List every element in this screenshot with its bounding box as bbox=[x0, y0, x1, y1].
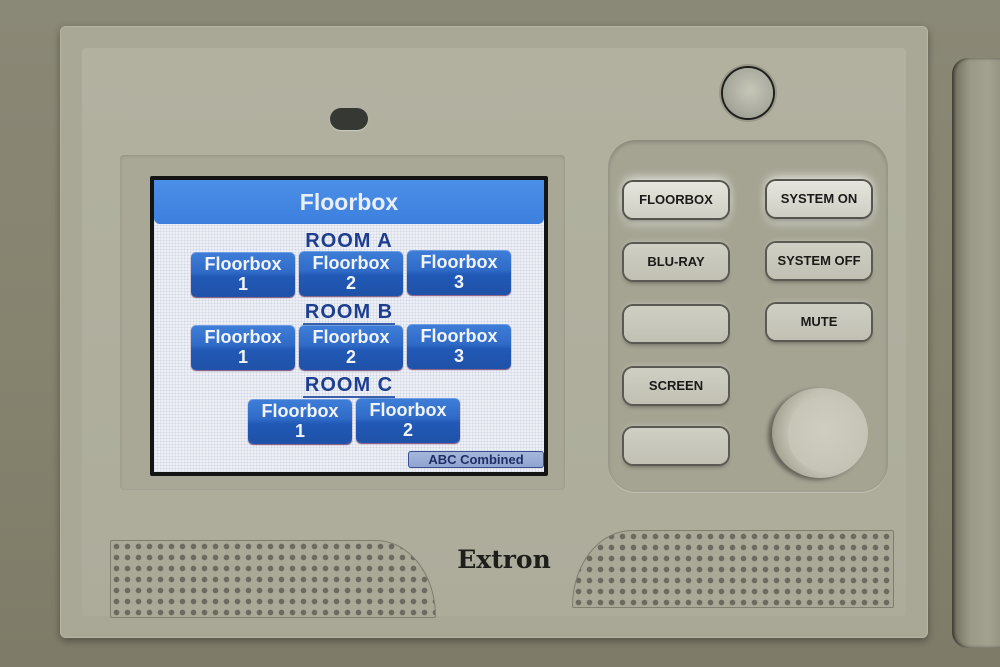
volume-knob-icon[interactable] bbox=[772, 388, 868, 478]
touchscreen: Floorbox ROOM A Floorbox 1 Floorbox 2 Floo… bbox=[150, 176, 548, 476]
button-number: 2 bbox=[345, 347, 356, 367]
button-label: Floorbox bbox=[204, 254, 282, 274]
room-c-title-text: ROOM C bbox=[302, 374, 396, 398]
room-a-floorbox-2-button[interactable]: Floorbox 2 bbox=[299, 251, 403, 296]
room-c-title: ROOM C bbox=[154, 374, 544, 398]
room-b-floorbox-2-button[interactable]: Floorbox 2 bbox=[299, 325, 403, 370]
room-c-floorbox-2-button[interactable]: Floorbox 2 bbox=[356, 398, 460, 443]
blank-hard-button-5[interactable] bbox=[624, 428, 728, 464]
blank-hard-button-3[interactable] bbox=[624, 306, 728, 342]
touchscreen-content: Floorbox ROOM A Floorbox 1 Floorbox 2 Floo… bbox=[154, 180, 544, 472]
button-number: 1 bbox=[237, 274, 248, 294]
button-number: 2 bbox=[402, 420, 413, 440]
button-number: 2 bbox=[345, 273, 356, 293]
wall-rail bbox=[952, 58, 1000, 648]
button-label: Floorbox bbox=[420, 252, 498, 272]
proximity-sensor-icon bbox=[330, 108, 368, 130]
screen-title: Floorbox bbox=[154, 180, 544, 224]
button-number: 1 bbox=[294, 421, 305, 441]
room-a-floorbox-1-button[interactable]: Floorbox 1 bbox=[191, 252, 295, 297]
light-sensor-icon bbox=[723, 68, 773, 118]
room-c-floorbox-1-button[interactable]: Floorbox 1 bbox=[248, 399, 352, 444]
room-b-floorbox-3-button[interactable]: Floorbox 3 bbox=[407, 324, 511, 369]
screen-hard-button[interactable]: SCREEN bbox=[624, 368, 728, 404]
floorbox-hard-button[interactable]: FLOORBOX bbox=[624, 182, 728, 218]
system-on-hard-button[interactable]: SYSTEM ON bbox=[767, 181, 871, 217]
button-number: 3 bbox=[453, 272, 464, 292]
button-number: 3 bbox=[453, 346, 464, 366]
room-b-title-text: ROOM B bbox=[302, 301, 396, 325]
system-off-hard-button[interactable]: SYSTEM OFF bbox=[767, 243, 871, 279]
speaker-grille-icon bbox=[110, 540, 436, 618]
button-label: Floorbox bbox=[312, 253, 390, 273]
button-label: Floorbox bbox=[369, 400, 447, 420]
button-label: Floorbox bbox=[204, 327, 282, 347]
button-label: Floorbox bbox=[420, 326, 498, 346]
blu-ray-hard-button[interactable]: BLU-RAY bbox=[624, 244, 728, 280]
speaker-grille-icon bbox=[572, 530, 894, 608]
abc-combined-button[interactable]: ABC Combined bbox=[408, 451, 544, 468]
button-label: Floorbox bbox=[312, 327, 390, 347]
mute-hard-button[interactable]: MUTE bbox=[767, 304, 871, 340]
knob-cap bbox=[788, 396, 862, 472]
room-b-title: ROOM B bbox=[154, 301, 544, 325]
button-label: Floorbox bbox=[261, 401, 339, 421]
button-number: 1 bbox=[237, 347, 248, 367]
room-a-floorbox-3-button[interactable]: Floorbox 3 bbox=[407, 250, 511, 295]
brand-logo: Extron bbox=[457, 545, 551, 574]
room-b-floorbox-1-button[interactable]: Floorbox 1 bbox=[191, 325, 295, 370]
